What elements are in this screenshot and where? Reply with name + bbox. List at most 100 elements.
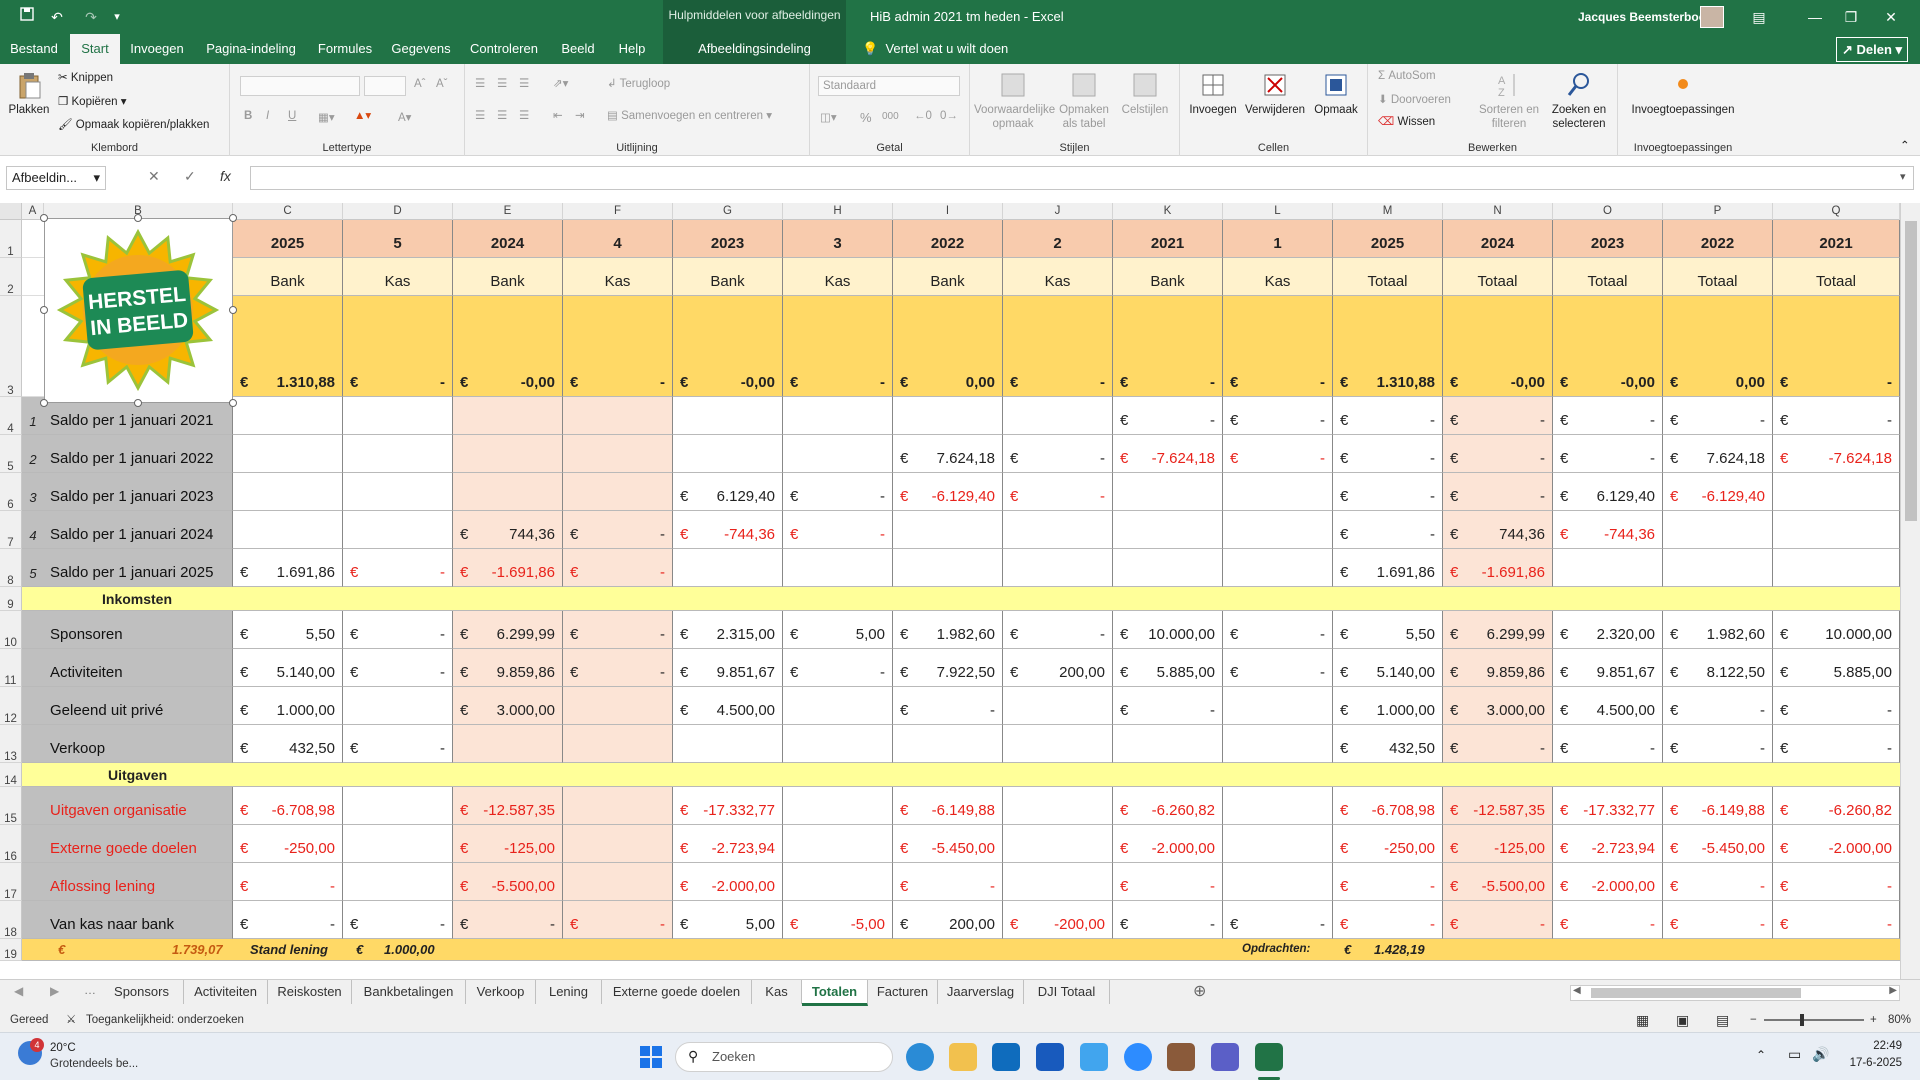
column-header-d[interactable]: D <box>343 203 453 220</box>
value-cell[interactable]: €7.624,18 <box>893 435 1003 473</box>
zoom-icon[interactable] <box>1124 1043 1152 1071</box>
user-name[interactable]: Jacques Beemsterboer <box>1578 0 1710 34</box>
value-cell[interactable]: €432,50 <box>233 725 343 763</box>
zoom-level[interactable]: 80% <box>1888 1008 1911 1032</box>
tab-help[interactable]: Help <box>608 34 656 64</box>
clear-button[interactable]: ⌫ Wissen <box>1378 114 1435 128</box>
sort-filter-button[interactable]: AZ Sorteren en filteren <box>1476 70 1542 131</box>
value-cell[interactable]: € -2.000,00 <box>673 863 783 901</box>
value-cell[interactable] <box>893 511 1003 549</box>
value-cell[interactable]: €2.315,00 <box>673 611 783 649</box>
value-cell[interactable] <box>563 435 673 473</box>
value-cell[interactable] <box>563 397 673 435</box>
value-cell[interactable]: € -250,00 <box>1333 825 1443 863</box>
value-cell[interactable] <box>453 397 563 435</box>
value-cell[interactable] <box>673 435 783 473</box>
value-cell[interactable]: €1.982,60 <box>1663 611 1773 649</box>
balance-total[interactable]: € - <box>1223 296 1333 397</box>
find-select-button[interactable]: Zoeken en selecteren <box>1544 70 1614 131</box>
value-cell[interactable]: € -6.260,82 <box>1773 787 1900 825</box>
align-center-icon[interactable]: ☰ <box>497 108 507 122</box>
sheet-tab-lening[interactable]: Lening <box>536 980 602 1004</box>
value-cell[interactable]: € - <box>343 649 453 687</box>
column-header-f[interactable]: F <box>563 203 673 220</box>
photos-icon[interactable] <box>1080 1043 1108 1071</box>
value-cell[interactable]: € - <box>1333 473 1443 511</box>
value-cell[interactable]: € - <box>233 863 343 901</box>
value-cell[interactable] <box>893 725 1003 763</box>
row-header-3[interactable]: 3 <box>0 296 22 397</box>
value-cell[interactable]: € - <box>1223 649 1333 687</box>
value-cell[interactable]: €6.129,40 <box>1553 473 1663 511</box>
value-cell[interactable]: € - <box>783 511 893 549</box>
row-header-4[interactable]: 4 <box>0 397 22 435</box>
row-header-19[interactable]: 19 <box>0 939 22 961</box>
weather-desc[interactable]: Grotendeels be... <box>50 1058 138 1070</box>
value-cell[interactable] <box>1003 549 1113 587</box>
value-cell[interactable]: € - <box>1223 435 1333 473</box>
scroll-left-icon[interactable]: ◀ <box>1573 985 1581 996</box>
customize-quick-access-icon[interactable]: ▾ <box>108 0 126 34</box>
row-header-14[interactable]: 14 <box>0 763 22 787</box>
autosum-button[interactable]: Σ AutoSom <box>1378 70 1436 82</box>
value-cell[interactable]: € -12.587,35 <box>1443 787 1553 825</box>
wrap-text-button[interactable]: ↲ Terugloop <box>607 76 670 90</box>
value-cell[interactable]: € -2.000,00 <box>1113 825 1223 863</box>
taskbar-search[interactable]: ⚲ Zoeken <box>675 1042 893 1072</box>
tab-afbeeldingsindeling[interactable]: Afbeeldingsindeling <box>663 34 846 64</box>
value-cell[interactable]: € -125,00 <box>453 825 563 863</box>
value-cell[interactable]: € - <box>893 687 1003 725</box>
resize-handle[interactable] <box>134 399 142 407</box>
row-header-1[interactable]: 1 <box>0 220 22 258</box>
value-cell[interactable]: € - <box>1773 863 1900 901</box>
row-header-18[interactable]: 18 <box>0 901 22 939</box>
value-cell[interactable]: €2.320,00 <box>1553 611 1663 649</box>
tab-beeld[interactable]: Beeld <box>552 34 604 64</box>
value-cell[interactable]: € -2.723,94 <box>673 825 783 863</box>
value-cell[interactable] <box>1003 687 1113 725</box>
select-all-corner[interactable] <box>0 203 22 220</box>
vertical-scrollbar[interactable] <box>1900 203 1920 979</box>
value-cell[interactable]: € - <box>343 549 453 587</box>
font-size-select[interactable] <box>364 76 406 96</box>
sheet-tab-activiteiten[interactable]: Activiteiten <box>184 980 268 1004</box>
balance-total[interactable]: € - <box>563 296 673 397</box>
column-header-h[interactable]: H <box>783 203 893 220</box>
value-cell[interactable] <box>783 435 893 473</box>
value-cell[interactable]: € - <box>563 649 673 687</box>
value-cell[interactable]: €5.885,00 <box>1113 649 1223 687</box>
balance-total[interactable]: € -0,00 <box>1553 296 1663 397</box>
value-cell[interactable]: € - <box>343 725 453 763</box>
value-cell[interactable]: €5.140,00 <box>233 649 343 687</box>
value-cell[interactable]: €6.299,99 <box>453 611 563 649</box>
clock-time[interactable]: 22:49 <box>1860 1040 1902 1052</box>
value-cell[interactable] <box>343 825 453 863</box>
row-header-11[interactable]: 11 <box>0 649 22 687</box>
value-cell[interactable]: € - <box>783 649 893 687</box>
row-header-15[interactable]: 15 <box>0 787 22 825</box>
conditional-formatting-button[interactable]: Voorwaardelijke opmaak <box>974 70 1055 131</box>
formula-input[interactable] <box>250 166 1914 190</box>
value-cell[interactable]: € -125,00 <box>1443 825 1553 863</box>
sheet-tab-totalen[interactable]: Totalen <box>802 980 868 1006</box>
value-cell[interactable]: € - <box>343 901 453 939</box>
value-cell[interactable] <box>673 397 783 435</box>
column-header-n[interactable]: N <box>1443 203 1553 220</box>
value-cell[interactable]: €10.000,00 <box>1773 611 1900 649</box>
row-header-2[interactable]: 2 <box>0 258 22 296</box>
excel-icon[interactable] <box>1255 1043 1283 1071</box>
value-cell[interactable] <box>783 397 893 435</box>
number-format-select[interactable]: Standaard <box>818 76 960 96</box>
value-cell[interactable] <box>233 397 343 435</box>
value-cell[interactable] <box>1003 825 1113 863</box>
value-cell[interactable]: €9.859,86 <box>453 649 563 687</box>
sheet-tab-bankbetalingen[interactable]: Bankbetalingen <box>352 980 466 1004</box>
value-cell[interactable]: € - <box>1663 687 1773 725</box>
balance-total[interactable]: €0,00 <box>1663 296 1773 397</box>
value-cell[interactable]: € - <box>233 901 343 939</box>
teams-icon[interactable] <box>1211 1043 1239 1071</box>
value-cell[interactable] <box>783 787 893 825</box>
value-cell[interactable]: €5,50 <box>1333 611 1443 649</box>
value-cell[interactable]: € -5.450,00 <box>1663 825 1773 863</box>
row-header-12[interactable]: 12 <box>0 687 22 725</box>
